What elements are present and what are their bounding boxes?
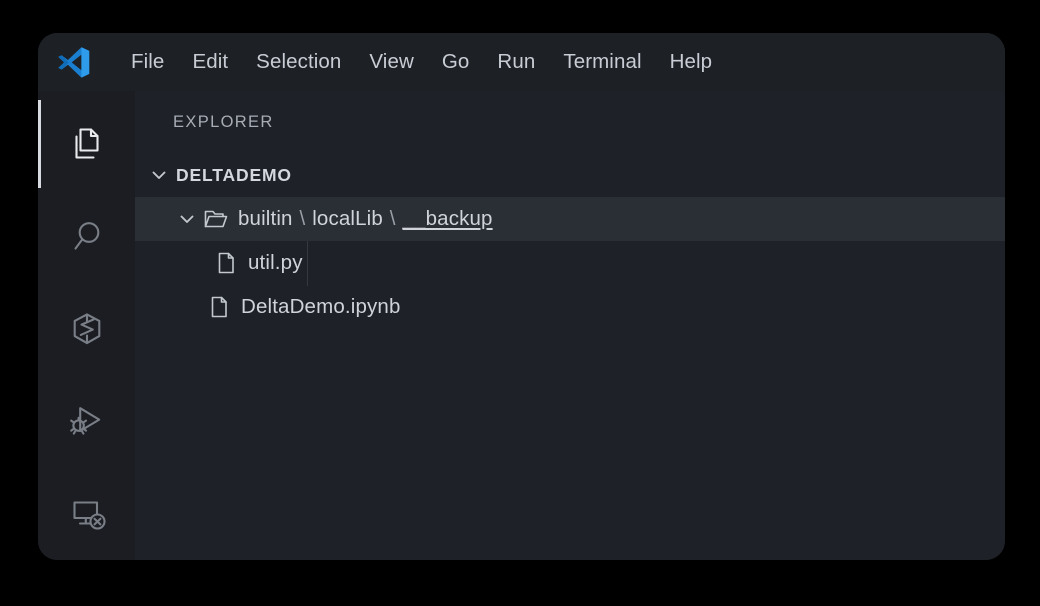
title-bar: File Edit Selection View Go Run Terminal… xyxy=(38,33,1005,91)
menu-selection[interactable]: Selection xyxy=(242,47,355,77)
activity-bar xyxy=(38,91,135,560)
menu-go[interactable]: Go xyxy=(428,47,484,77)
sidebar-title: EXPLORER xyxy=(173,112,274,131)
chevron-down-icon[interactable] xyxy=(174,208,200,230)
tree-indent-guide xyxy=(307,241,309,286)
window-body: EXPLORER ... DELTADEMO xyxy=(38,91,1005,560)
menu-edit[interactable]: Edit xyxy=(178,47,242,77)
file-icon xyxy=(210,251,242,275)
sidebar-header: EXPLORER ... xyxy=(135,91,1005,153)
tree-row-label: DELTADEMO xyxy=(176,164,292,185)
file-icon xyxy=(203,295,235,319)
activity-item-remote-explorer[interactable] xyxy=(38,468,135,560)
run-and-debug-icon xyxy=(66,400,108,442)
tree-row-label: util.py xyxy=(248,251,303,274)
tree-row-root-deltademo[interactable]: DELTADEMO xyxy=(135,153,1005,197)
activity-item-explorer[interactable] xyxy=(38,98,135,190)
tree-row-file-deltademo-ipynb[interactable]: DeltaDemo.ipynb xyxy=(135,285,1005,329)
path-segment-builtin: builtin xyxy=(238,207,293,230)
search-icon xyxy=(66,216,108,258)
menu-file[interactable]: File xyxy=(117,47,178,77)
menu-help[interactable]: Help xyxy=(656,47,727,77)
activity-item-search[interactable] xyxy=(38,190,135,282)
activity-item-run-and-debug[interactable] xyxy=(38,375,135,467)
path-segment-locallib: localLib xyxy=(312,207,383,230)
remote-explorer-icon xyxy=(66,493,108,535)
menu-run[interactable]: Run xyxy=(483,47,549,77)
chevron-down-icon[interactable] xyxy=(146,164,172,186)
vscode-window: File Edit Selection View Go Run Terminal… xyxy=(38,33,1005,560)
menu-bar: File Edit Selection View Go Run Terminal… xyxy=(117,47,726,77)
explorer-sidebar: EXPLORER ... DELTADEMO xyxy=(135,91,1005,560)
source-control-icon xyxy=(66,308,108,350)
menu-view[interactable]: View xyxy=(355,47,427,77)
files-explorer-icon xyxy=(66,123,108,165)
tree-row-label: DeltaDemo.ipynb xyxy=(241,295,401,318)
path-separator: \ xyxy=(299,207,306,230)
tree-row-folder-backup[interactable]: builtin \ localLib \ __backup xyxy=(135,197,1005,241)
path-separator: \ xyxy=(389,207,396,230)
vscode-logo-icon xyxy=(53,42,95,82)
folder-open-icon xyxy=(200,206,232,232)
path-segment-backup: __backup xyxy=(402,207,493,230)
tree-row-file-util-py[interactable]: util.py xyxy=(135,241,1005,285)
menu-terminal[interactable]: Terminal xyxy=(549,47,655,77)
file-tree: DELTADEMO builtin \ localLib \ __backup … xyxy=(135,153,1005,329)
activity-item-source-control[interactable] xyxy=(38,283,135,375)
tree-row-label: builtin \ localLib \ __backup xyxy=(232,207,493,231)
